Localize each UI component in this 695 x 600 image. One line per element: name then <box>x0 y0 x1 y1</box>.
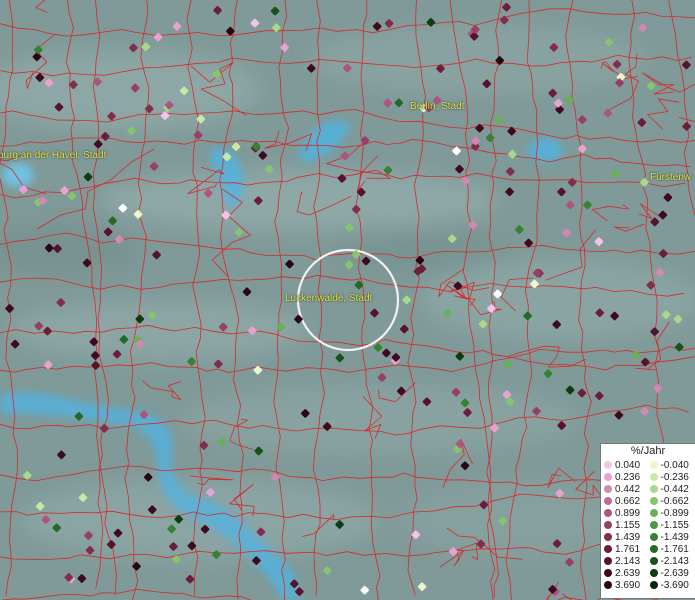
legend-item: -0.236 <box>649 471 695 483</box>
legend-item: -0.040 <box>649 459 695 471</box>
legend-item: 1.155 <box>604 519 650 531</box>
map-legend: %/Jahr 0.040 0.236 0.442 0.662 0.899 1.155 1.4… <box>600 443 695 599</box>
legend-swatch <box>604 485 612 493</box>
legend-swatch <box>604 533 612 541</box>
legend-swatch <box>604 509 612 517</box>
place-label-luckenwalde: Luckenwalde, Stadt <box>285 293 373 304</box>
legend-swatch <box>649 557 658 565</box>
legend-item: -0.662 <box>649 495 695 507</box>
legend-swatch <box>604 521 612 529</box>
legend-label: -1.761 <box>660 543 689 555</box>
place-label-brandenburg: burg an der Havel, Stadt <box>0 150 107 161</box>
legend-item: 1.761 <box>604 543 650 555</box>
map-view[interactable]: burg an der Havel, Stadt Berlin, Stadt F… <box>0 0 695 600</box>
legend-label: 1.439 <box>615 531 641 543</box>
legend-item: 0.662 <box>604 495 650 507</box>
legend-label: 0.040 <box>615 459 641 471</box>
legend-item: -2.143 <box>649 555 695 567</box>
legend-item: -1.761 <box>649 543 695 555</box>
legend-negative-column: -0.040 -0.236 -0.442 -0.662 -0.899 -1.155 -1.4… <box>649 459 695 591</box>
legend-item: -0.899 <box>649 507 695 519</box>
legend-item: -3.690 <box>649 579 695 591</box>
legend-swatch <box>604 581 612 589</box>
legend-item: 2.639 <box>604 567 650 579</box>
legend-swatch <box>604 461 612 469</box>
legend-label: 0.442 <box>615 483 641 495</box>
legend-swatch <box>604 557 612 565</box>
legend-label: -2.639 <box>660 567 689 579</box>
legend-label: 1.155 <box>615 519 641 531</box>
legend-label: -0.040 <box>660 459 689 471</box>
legend-item: 1.439 <box>604 531 650 543</box>
legend-label: -0.236 <box>660 471 689 483</box>
place-label-fuerstenwalde: Fürstenw <box>650 172 692 183</box>
legend-label: 0.236 <box>615 471 641 483</box>
legend-item: 0.899 <box>604 507 650 519</box>
legend-item: -2.639 <box>649 567 695 579</box>
legend-item: -1.439 <box>649 531 695 543</box>
legend-item: 0.236 <box>604 471 650 483</box>
legend-label: -0.899 <box>660 507 689 519</box>
legend-swatch <box>649 569 658 577</box>
legend-label: -0.662 <box>660 495 689 507</box>
legend-swatch <box>649 461 658 469</box>
legend-label: 2.143 <box>615 555 641 567</box>
legend-label: 1.761 <box>615 543 641 555</box>
legend-item: 3.690 <box>604 579 650 591</box>
legend-item: 0.040 <box>604 459 650 471</box>
legend-item: -1.155 <box>649 519 695 531</box>
legend-swatch <box>649 497 658 505</box>
legend-label: 0.662 <box>615 495 641 507</box>
legend-swatch <box>649 533 658 541</box>
legend-swatch <box>649 521 658 529</box>
legend-label: -1.439 <box>660 531 689 543</box>
legend-label: 2.639 <box>615 567 641 579</box>
legend-swatch <box>649 509 658 517</box>
legend-item: 2.143 <box>604 555 650 567</box>
legend-swatch <box>649 485 658 493</box>
legend-label: 3.690 <box>615 579 641 591</box>
legend-item: -0.442 <box>649 483 695 495</box>
legend-item: 0.442 <box>604 483 650 495</box>
legend-swatch <box>649 581 658 589</box>
legend-label: 0.899 <box>615 507 641 519</box>
legend-title: %/Jahr <box>630 445 666 457</box>
legend-positive-column: 0.040 0.236 0.442 0.662 0.899 1.155 1.439 1.761… <box>604 459 650 591</box>
legend-swatch <box>604 473 612 481</box>
legend-label: -0.442 <box>660 483 689 495</box>
place-label-berlin: Berlin, Stadt <box>410 101 465 112</box>
legend-label: -2.143 <box>660 555 689 567</box>
legend-swatch <box>649 545 658 553</box>
legend-swatch <box>649 473 658 481</box>
legend-swatch <box>604 545 612 553</box>
legend-label: -3.690 <box>660 579 689 591</box>
legend-swatch <box>604 497 612 505</box>
legend-swatch <box>604 569 612 577</box>
legend-label: -1.155 <box>660 519 689 531</box>
